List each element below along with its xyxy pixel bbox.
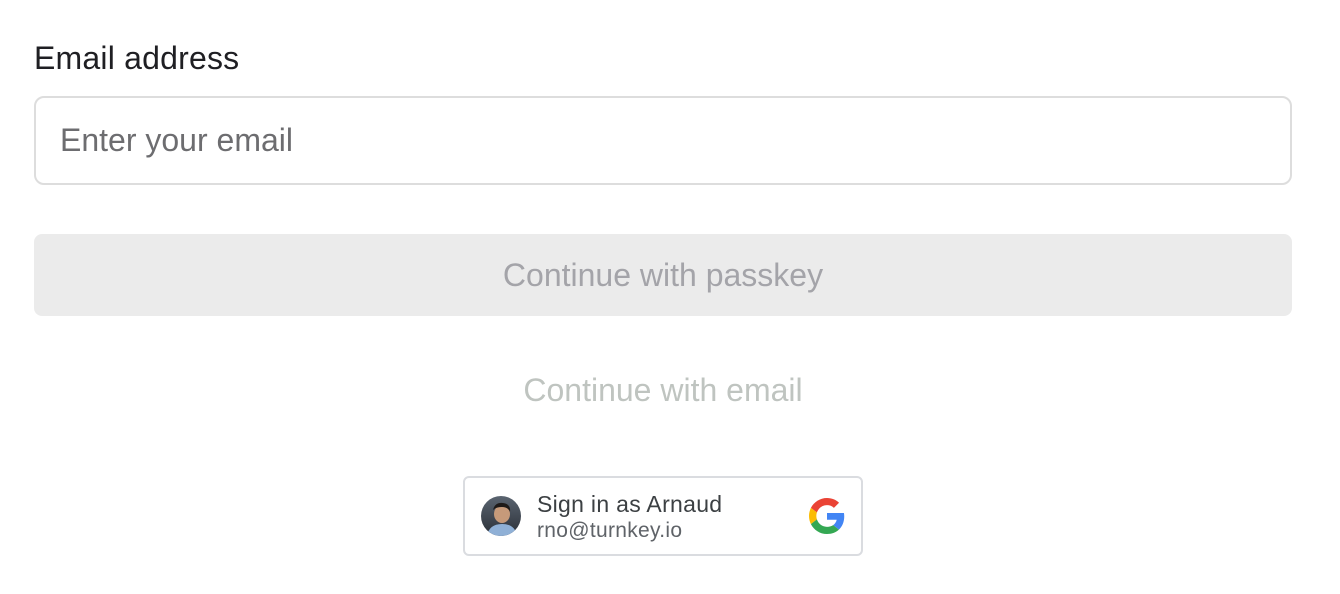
google-account-info: Sign in as Arnaud rno@turnkey.io (537, 490, 722, 544)
user-avatar (481, 496, 521, 536)
google-account-email: rno@turnkey.io (537, 519, 683, 542)
email-label: Email address (34, 40, 240, 76)
google-g-icon (809, 498, 845, 534)
google-sign-in-button[interactable]: Sign in as Arnaud rno@turnkey.io (463, 476, 863, 556)
continue-with-passkey-button[interactable]: Continue with passkey (34, 234, 1292, 316)
email-input[interactable] (34, 96, 1292, 185)
google-account-name: Sign in as Arnaud (537, 491, 723, 517)
continue-with-email-button[interactable]: Continue with email (34, 360, 1292, 420)
auth-form: Email address Continue with passkey Cont… (0, 0, 1340, 594)
